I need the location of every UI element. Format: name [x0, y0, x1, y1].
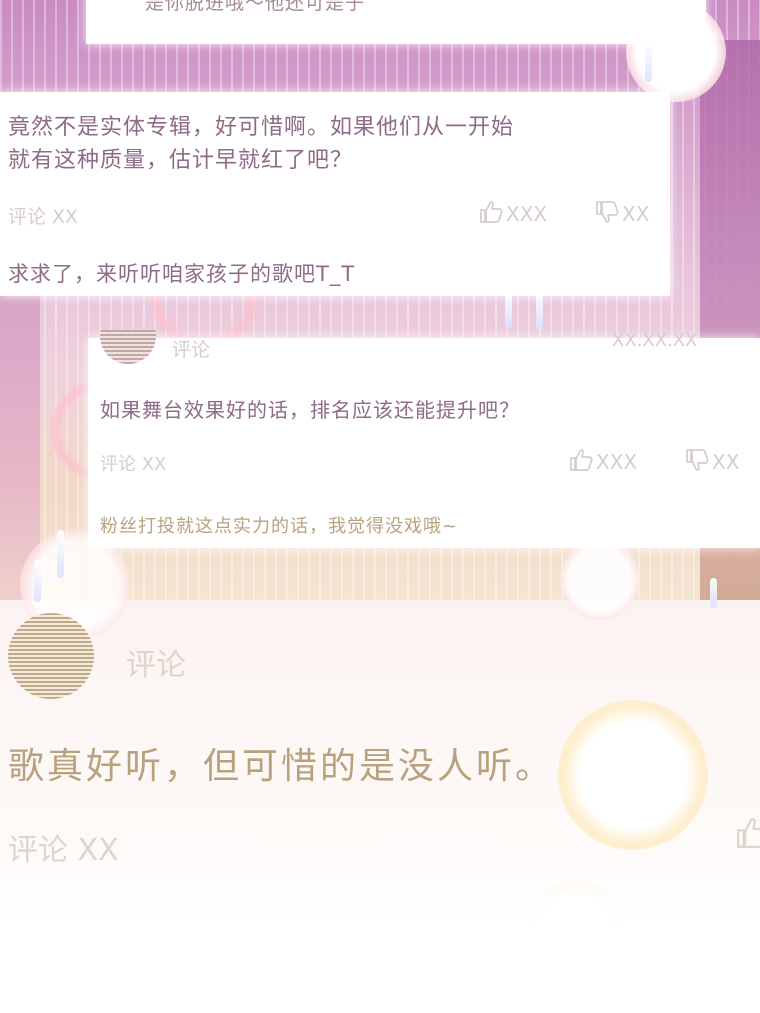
light-bubble — [560, 540, 640, 620]
comment-body: 竟然不是实体专辑，好可惜啊。如果他们从一开始 — [8, 115, 515, 140]
dislike-button[interactable]: XX — [684, 448, 739, 477]
like-button[interactable]: XXX — [568, 448, 637, 477]
comment-date: XX.XX.XX — [612, 330, 698, 351]
avatar[interactable] — [100, 330, 156, 366]
sparkle-streak — [710, 578, 717, 608]
reply-text: 粉丝打投就这点实力的话，我觉得没戏哦~ — [100, 516, 459, 537]
reply-count-link[interactable]: 评论 XX — [8, 825, 119, 869]
username[interactable]: 评论 — [126, 640, 186, 684]
sparkle-streak — [57, 530, 64, 578]
reply-text: 求求了，来听听咱家孩子的歌吧T_T — [8, 262, 356, 286]
sparkle-streak — [536, 290, 543, 330]
comment-body: 就有这种质量，估计早就红了吧？ — [8, 148, 354, 173]
like-button[interactable] — [734, 815, 760, 860]
like-button[interactable]: XXX — [478, 200, 547, 229]
reply-count-link[interactable]: 评论 XX — [8, 202, 78, 229]
comment-text-partial: 是你脱进哦～他还可是子 — [145, 0, 366, 14]
thumbs-up-icon — [478, 200, 504, 229]
thumbs-down-icon — [594, 200, 620, 229]
dislike-count: XX — [712, 450, 740, 474]
like-count: XXX — [596, 450, 638, 474]
comment-body: 歌真好听，但可惜的是没人听。 — [8, 746, 555, 787]
username[interactable]: 评论 — [172, 335, 210, 362]
thumbs-up-icon — [734, 815, 760, 860]
thumbs-down-icon — [684, 448, 710, 477]
sparkle-streak — [645, 42, 652, 82]
thumbs-up-icon — [568, 448, 594, 477]
bottom-fade — [0, 875, 760, 1013]
like-count: XXX — [506, 202, 548, 226]
sparkle-streak — [34, 560, 41, 602]
reply-count-link[interactable]: 评论 XX — [100, 450, 166, 476]
avatar[interactable] — [8, 613, 94, 699]
dislike-button[interactable]: XX — [594, 200, 649, 229]
light-bubble — [558, 700, 708, 850]
dislike-count: XX — [622, 202, 650, 226]
comment-body: 如果舞台效果好的话，排名应该还能提升吧？ — [100, 398, 520, 422]
